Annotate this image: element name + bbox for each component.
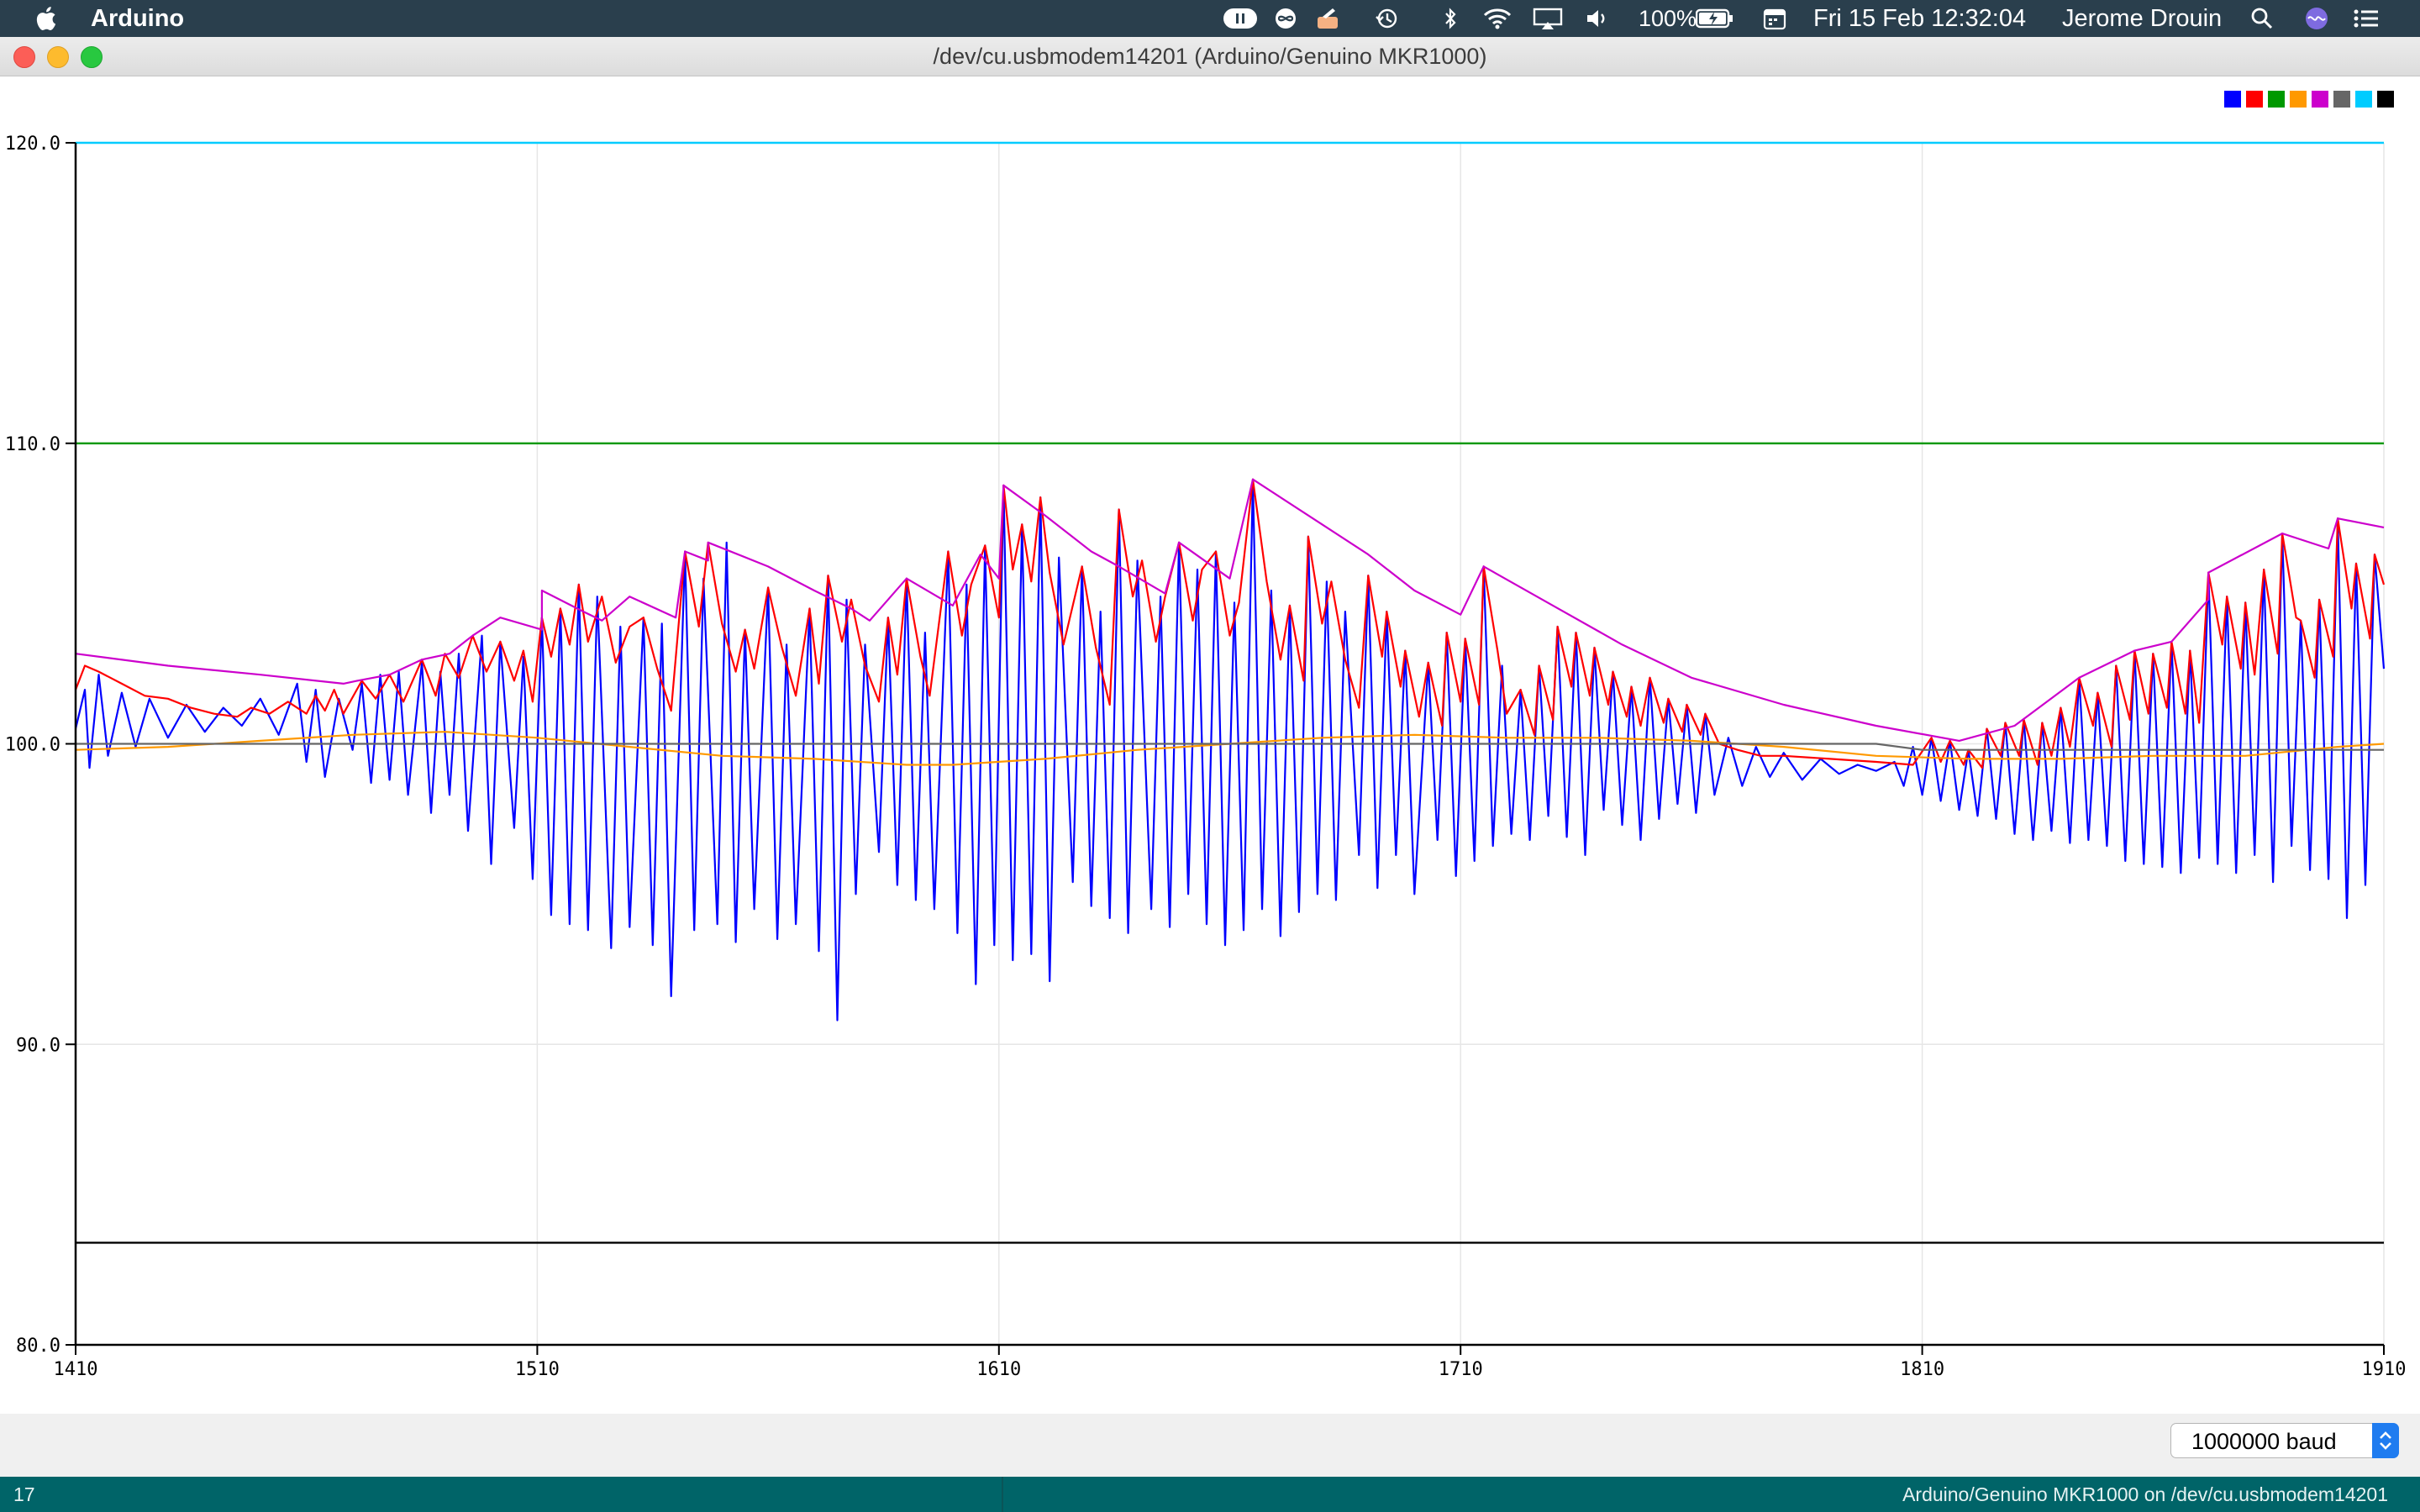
up-down-chevron-icon [2380,1431,2391,1450]
y-tick-label: 80.0 [16,1336,60,1357]
notification-center-icon[interactable] [2353,7,2380,30]
y-tick-label: 110.0 [5,434,60,455]
status-divider [1002,1477,1003,1512]
legend-swatch-7 [2355,91,2372,108]
serial-plotter-area: 1410 1510 1610 1710 1810 1910 80.0 90.0 100.0 110… [0,76,2420,1414]
x-tick-label: 1410 [54,1359,98,1380]
baud-dropdown-stepper[interactable] [2372,1423,2399,1458]
time-machine-icon[interactable] [1375,7,1398,30]
x-tick-label: 1610 [976,1359,1021,1380]
volume-icon[interactable] [1585,7,1608,30]
legend-swatch-1 [2224,91,2241,108]
legend-swatch-5 [2312,91,2328,108]
serial-plot-chart: 1410 1510 1610 1710 1810 1910 80.0 90.0 100.0 110… [5,91,2407,1380]
legend-swatch-2 [2246,91,2263,108]
menu-bar: Arduino 100% Fri 15 Feb 12:32:04 Jerome … [0,0,2420,37]
app-menu[interactable]: Arduino [91,0,184,37]
legend-swatch-4 [2290,91,2307,108]
pause-indicator-icon[interactable] [1223,7,1257,30]
x-tick-label: 1910 [2362,1359,2407,1380]
y-tick-label: 100.0 [5,735,60,756]
wifi-icon[interactable] [1482,7,1512,30]
battery-percentage: 100% [1639,6,1697,31]
brush-app-icon[interactable] [1316,7,1339,30]
series-line-2 [74,478,2386,769]
y-tick-label: 90.0 [16,1035,60,1056]
calendar-icon[interactable] [1763,7,1786,30]
series-line-5 [75,478,2385,743]
series-layer [74,141,2386,1244]
status-board-port: Arduino/Genuino MKR1000 on /dev/cu.usbmo… [1902,1483,2388,1505]
status-bar: 17 Arduino/Genuino MKR1000 on /dev/cu.us… [0,1477,2420,1512]
legend-swatch-3 [2268,91,2285,108]
menubar-clock[interactable]: Fri 15 Feb 12:32:04 [1813,0,2026,37]
baud-rate-select[interactable]: 1000000 baud [2170,1423,2399,1458]
x-tick-label: 1710 [1439,1359,1483,1380]
user-menu[interactable]: Jerome Drouin [2062,0,2222,37]
battery-charging-icon[interactable] [1696,7,1734,30]
plotter-bottom-bar [0,1414,2420,1477]
window-title: /dev/cu.usbmodem14201 (Arduino/Genuino M… [933,44,1487,69]
bluetooth-icon[interactable] [1439,7,1462,30]
siri-icon[interactable] [2304,7,2329,30]
baud-rate-value: 1000000 baud [2191,1429,2337,1454]
spotlight-search-icon[interactable] [2250,7,2274,30]
airplay-icon[interactable] [1533,7,1563,30]
status-line-number: 17 [13,1483,35,1505]
legend-swatch-6 [2333,91,2350,108]
apple-logo-icon[interactable] [34,5,57,32]
y-tick-label: 120.0 [5,134,60,155]
legend-swatch-8 [2377,91,2394,108]
x-tick-label: 1810 [1900,1359,1944,1380]
x-tick-label: 1510 [515,1359,560,1380]
window-title-bar: /dev/cu.usbmodem14201 (Arduino/Genuino M… [0,37,2420,76]
infinity-app-icon[interactable] [1274,7,1297,30]
series-legend [2224,91,2394,108]
